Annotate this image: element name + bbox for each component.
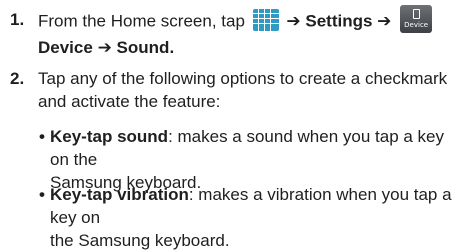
arrow-icon: ➔ [377,11,392,31]
arrow-icon: ➔ [97,38,112,57]
sound-label: Sound [116,38,170,57]
step-1-intro: From the Home screen, tap [38,11,245,31]
step-1-text: From the Home screen, tap ➔ Settings ➔ D… [38,5,468,59]
bullet-key-tap-sound: • Key-tap sound: makes a sound when you … [0,125,472,192]
device-label: Device [38,38,93,57]
step-2-line-2: and activate the feature: [38,92,221,111]
option-term: Key-tap sound [50,127,169,146]
arrow-icon: ➔ [286,11,301,31]
instruction-page: 1. From the Home screen, tap ➔ Settings … [0,0,472,250]
apps-grid-icon [252,9,279,31]
phone-icon [412,9,420,19]
device-icon-caption: Device [404,21,429,29]
bullet-key-tap-vibration: • Key-tap vibration: makes a vibration w… [0,183,472,250]
step-2-line-1: Tap any of the following options to crea… [38,69,448,88]
option-desc-line-2: the Samsung keyboard. [50,231,230,250]
device-icon: Device [400,5,433,33]
bullet-dot: • [39,127,45,146]
step-2: 2. Tap any of the following options to c… [0,67,472,115]
bullet-dot: • [39,185,45,204]
step-2-text: Tap any of the following options to crea… [38,67,468,113]
period: . [169,38,175,57]
step-number: 2. [10,69,25,88]
step-1: 1. From the Home screen, tap ➔ Settings … [0,5,472,59]
option-term: Key-tap vibration [50,185,189,204]
step-number: 1. [10,10,25,29]
settings-label: Settings [305,11,373,31]
